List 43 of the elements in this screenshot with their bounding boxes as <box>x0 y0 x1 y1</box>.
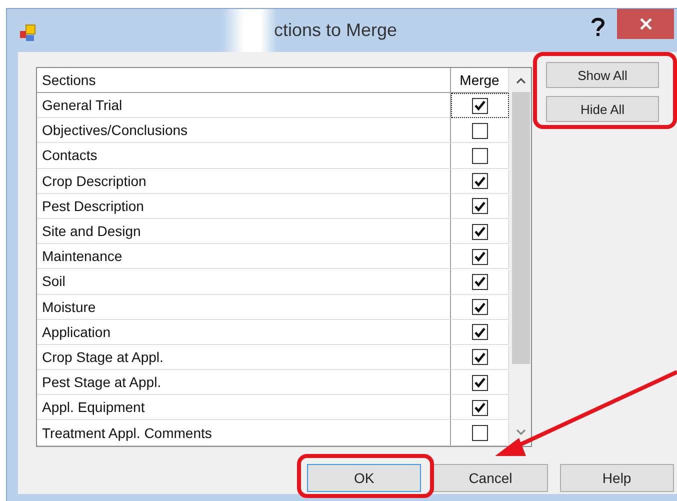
table-cell: Crop Stage at Appl. <box>37 344 451 370</box>
checkbox[interactable] <box>472 374 488 391</box>
window-title: ctions to Merge <box>274 20 398 41</box>
checkbox[interactable] <box>472 324 488 340</box>
column-header[interactable]: Sections <box>37 68 451 93</box>
column-header[interactable]: Merge <box>451 68 509 93</box>
scroll-down-icon[interactable] <box>516 429 526 436</box>
app-icon <box>19 24 37 42</box>
table-cell: Application <box>37 320 451 345</box>
dialog-button[interactable]: Help <box>560 464 674 492</box>
table-cell: Moisture <box>37 294 451 320</box>
checkbox[interactable] <box>472 224 488 240</box>
table-cell: Soil <box>37 269 451 294</box>
help-icon[interactable] <box>591 17 605 37</box>
table-cell: General Trial <box>37 93 451 118</box>
close-icon <box>638 17 652 31</box>
table-cell: Site and Design <box>37 218 451 244</box>
table-cell: Objectives/Conclusions <box>37 118 451 144</box>
table-cell: Crop Description <box>37 168 451 194</box>
table-cell: Pest Stage at Appl. <box>37 370 451 396</box>
dialog-button[interactable]: OK <box>307 464 422 492</box>
checkbox[interactable] <box>472 122 488 139</box>
dialog-button[interactable]: Cancel <box>433 464 548 492</box>
checkbox[interactable] <box>472 299 488 316</box>
checkbox[interactable] <box>472 425 488 442</box>
close-button[interactable] <box>617 9 674 39</box>
table-cell: Contacts <box>37 143 451 169</box>
checkbox[interactable] <box>472 274 488 290</box>
checkbox[interactable] <box>472 198 488 214</box>
table-cell: Treatment Appl. Comments <box>37 420 451 446</box>
table-cell: Appl. Equipment <box>37 395 451 420</box>
table-cell: Pest Description <box>37 194 451 219</box>
show-all-button[interactable]: Show All <box>546 62 659 88</box>
scroll-thumb[interactable] <box>512 92 530 364</box>
checkbox[interactable] <box>472 173 488 190</box>
scroll-up-icon[interactable] <box>516 77 526 84</box>
checkbox[interactable] <box>472 248 488 265</box>
table-cell: Maintenance <box>37 244 451 270</box>
checkbox[interactable] <box>472 349 488 366</box>
checkbox[interactable] <box>472 148 488 164</box>
checkbox[interactable] <box>472 98 488 114</box>
hide-all-button[interactable]: Hide All <box>546 96 659 122</box>
checkbox[interactable] <box>472 400 488 416</box>
